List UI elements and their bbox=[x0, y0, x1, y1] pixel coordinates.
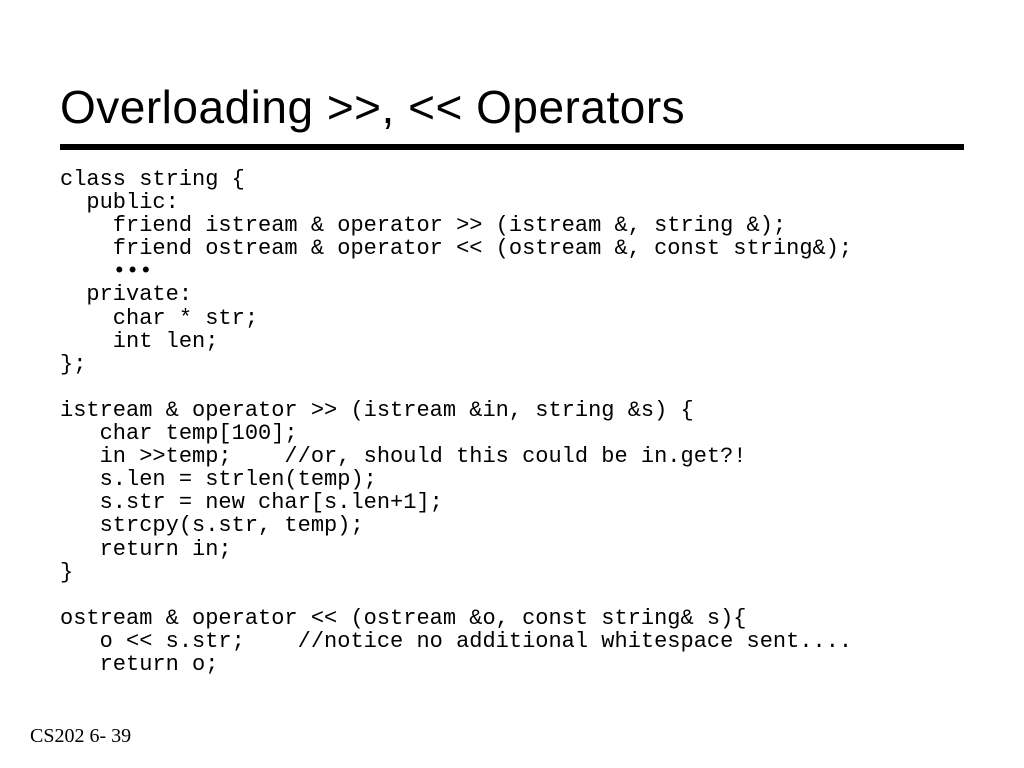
title-rule bbox=[60, 144, 964, 150]
slide-title: Overloading >>, << Operators bbox=[60, 80, 964, 134]
slide-footer: CS202 6- 39 bbox=[30, 725, 131, 748]
slide: Overloading >>, << Operators class strin… bbox=[0, 0, 1024, 768]
code-block: class string { public: friend istream & … bbox=[60, 168, 964, 676]
